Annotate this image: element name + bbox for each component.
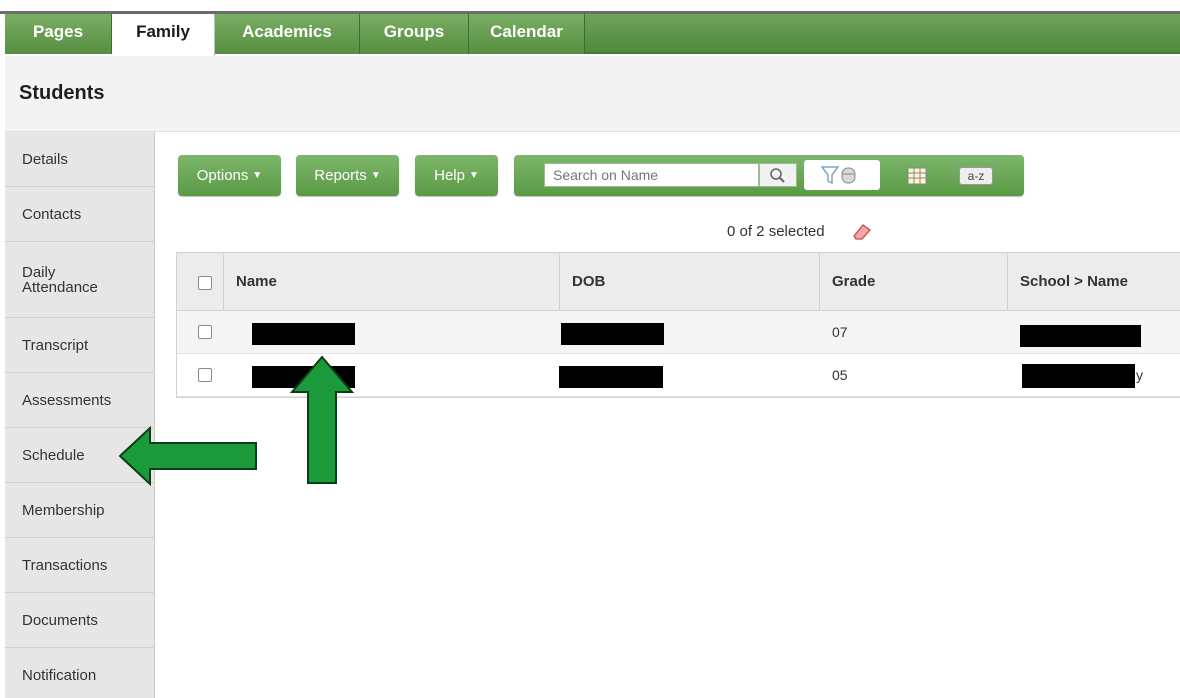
arrow-up-annotation [289,355,355,484]
annotation-overlay [118,355,355,487]
arrow-left-annotation [118,425,257,487]
screen: Pages Family Academics Groups Calendar S… [0,0,1180,698]
